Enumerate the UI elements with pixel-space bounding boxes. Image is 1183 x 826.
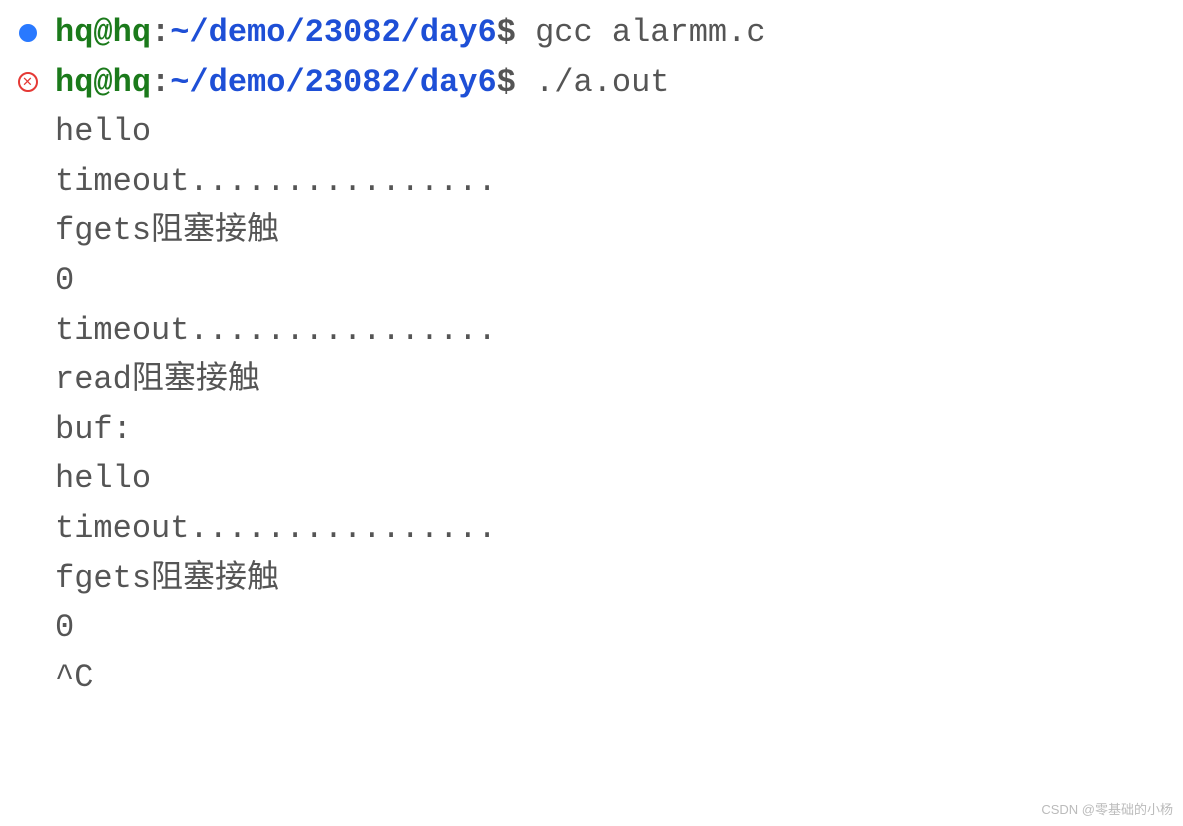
output-line: timeout................ [0,157,1183,207]
prompt-symbol: $ [497,8,516,58]
blue-dot-icon [19,24,37,42]
output-line: 0 [0,603,1183,653]
separator: : [151,8,170,58]
output-line: timeout................ [0,306,1183,356]
path: ~/demo/23082/day6 [170,8,496,58]
output-line: fgets阻塞接触 [0,206,1183,256]
watermark: CSDN @零基础的小杨 [1041,800,1173,820]
command-text-1[interactable]: gcc alarmm.c [516,8,766,58]
path: ~/demo/23082/day6 [170,58,496,108]
output-line: read阻塞接触 [0,355,1183,405]
user-host: hq@hq [55,58,151,108]
output-line: hello [0,454,1183,504]
output-line: timeout................ [0,504,1183,554]
user-host: hq@hq [55,8,151,58]
prompt-symbol: $ [497,58,516,108]
prompt-line-1: hq@hq:~/demo/23082/day6$ gcc alarmm.c [0,8,1183,58]
gutter-marker-2: ✕ [0,72,55,92]
output-line: hello [0,107,1183,157]
output-line-partial: ^C [0,653,1183,703]
prompt-line-2: ✕ hq@hq:~/demo/23082/day6$ ./a.out [0,58,1183,108]
output-line: buf: [0,405,1183,455]
gutter-marker-1 [0,24,55,42]
separator: : [151,58,170,108]
output-line: fgets阻塞接触 [0,554,1183,604]
output-line: 0 [0,256,1183,306]
error-x-icon: ✕ [18,72,38,92]
command-text-2[interactable]: ./a.out [516,58,670,108]
